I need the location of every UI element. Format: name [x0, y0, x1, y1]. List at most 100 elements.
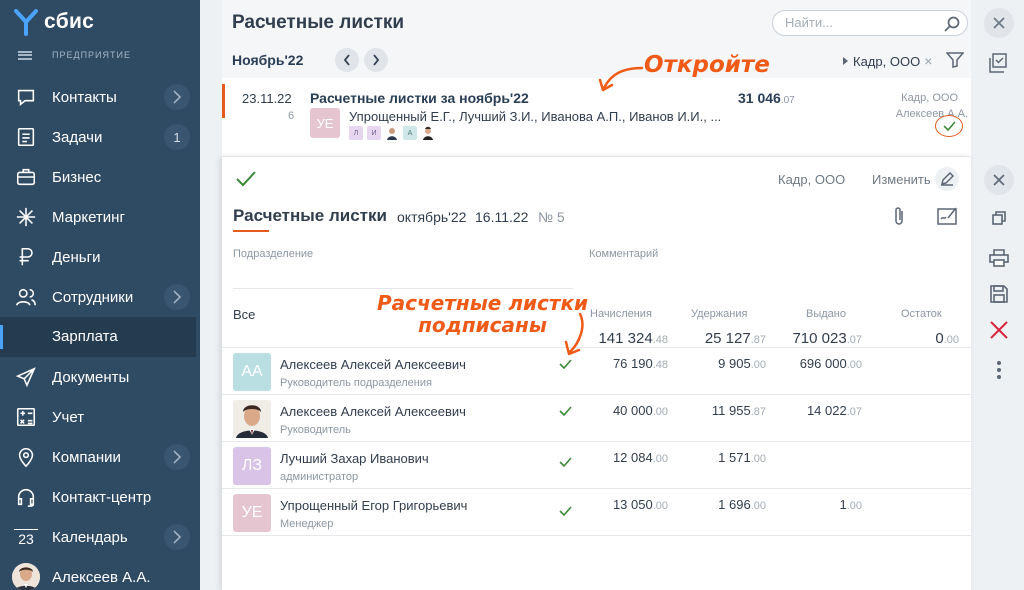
filter-remove-icon[interactable]: ×: [924, 53, 932, 69]
sidebar-item-tasks[interactable]: Задачи 1: [0, 117, 200, 157]
sidebar-subitem-salary[interactable]: Зарплата: [0, 317, 196, 357]
print-button[interactable]: [984, 243, 1014, 273]
sidebar-item-contacts[interactable]: Контакты: [0, 77, 200, 117]
search-icon[interactable]: [943, 15, 961, 33]
avatar-photo: [233, 400, 271, 438]
employee-position: Руководитель подразделения: [280, 377, 432, 389]
more-vertical-icon: [997, 361, 1001, 379]
filter-icon[interactable]: [945, 52, 965, 68]
chevron-right-icon[interactable]: [164, 284, 190, 310]
save-button[interactable]: [984, 279, 1014, 309]
document-date: 23.11.22: [242, 91, 292, 106]
signed-check-icon: [559, 454, 572, 468]
mini-avatar-photo: [385, 126, 399, 140]
cell-decimal: .00: [652, 406, 668, 418]
pencil-icon[interactable]: [935, 167, 959, 191]
title-underline: [233, 230, 269, 232]
division-filter-underline: [233, 288, 573, 289]
annotation-arrow-icon: [564, 312, 584, 356]
sidebar-item-accounting[interactable]: Учет: [0, 397, 200, 437]
sidebar-item-label: Деньги: [52, 248, 101, 266]
cell-decimal: .48: [652, 359, 668, 371]
sign-document-icon[interactable]: [934, 204, 960, 228]
cell-value: 696 000: [799, 356, 847, 371]
edit-button[interactable]: Изменить: [872, 172, 931, 187]
total-decimal: .07: [846, 334, 862, 346]
sidebar-item-employees[interactable]: Сотрудники: [0, 277, 200, 317]
chevron-right-icon[interactable]: [164, 84, 190, 110]
annotation-open: Откройте: [644, 52, 770, 78]
division-filter-all[interactable]: Все: [233, 307, 255, 322]
search-box[interactable]: [772, 10, 968, 36]
close-card-button[interactable]: [984, 165, 1014, 195]
table-row[interactable]: АА Алексеев Алексей Алексеевич Руководит…: [222, 347, 971, 394]
table-row[interactable]: УЕ Упрощенный Егор Григорьевич Менеджер …: [222, 488, 971, 535]
card-number[interactable]: № 5: [538, 209, 565, 225]
document-number: 6: [288, 110, 295, 122]
select-items-icon[interactable]: [986, 52, 1008, 74]
next-period-button[interactable]: [364, 48, 388, 72]
column-header-comment[interactable]: Комментарий: [589, 248, 658, 260]
cell-decimal: .00: [652, 453, 668, 465]
signed-check-icon: [559, 403, 572, 417]
sidebar-item-business[interactable]: Бизнес: [0, 157, 200, 197]
user-profile[interactable]: Алексеев А.А.: [12, 563, 151, 590]
logo[interactable]: сбис: [14, 8, 94, 36]
column-header-paid: Выдано: [806, 308, 846, 320]
copy-button[interactable]: [984, 203, 1014, 233]
close-icon: [993, 17, 1005, 29]
tasks-icon: [14, 125, 38, 149]
document-title[interactable]: Расчетные листки за ноябрь'22: [310, 90, 529, 106]
cell-value: 1: [839, 497, 847, 512]
annotation-arrow-icon: [598, 66, 644, 92]
column-header-remain: Остаток: [901, 308, 942, 320]
column-header-division[interactable]: Подразделение: [233, 248, 313, 260]
company-switcher[interactable]: ПРЕДПРИЯТИЕ: [18, 50, 131, 60]
close-button[interactable]: [984, 8, 1014, 38]
annotation-signed: Расчетные листки подписаны: [377, 292, 588, 336]
table-bottom-border: [222, 535, 971, 536]
prev-period-button[interactable]: [335, 48, 359, 72]
filter-chip[interactable]: Кадр, ООО ×: [843, 53, 932, 69]
employee-position: Менеджер: [280, 518, 334, 530]
cell-withheld: 1 571.00: [680, 450, 766, 465]
company-label: ПРЕДПРИЯТИЕ: [52, 50, 131, 60]
total-decimal: .48: [652, 334, 668, 346]
cell-value: 13 050: [612, 497, 653, 512]
chevron-right-icon[interactable]: [164, 444, 190, 470]
page-title: Расчетные листки: [232, 12, 405, 33]
table-row[interactable]: Алексеев Алексей Алексеевич Руководитель…: [222, 394, 971, 441]
total-value: 141 324: [598, 330, 653, 347]
sidebar-item-contact-center[interactable]: Контакт-центр: [0, 477, 200, 517]
sidebar-item-calendar[interactable]: 23 Календарь: [0, 517, 200, 557]
period-selector[interactable]: Ноябрь'22: [232, 52, 303, 68]
total-value: 25 127: [704, 330, 751, 347]
sidebar-item-documents[interactable]: Документы: [0, 357, 200, 397]
cell-value: 9 905: [718, 356, 751, 371]
card-date[interactable]: 16.11.22: [475, 209, 528, 225]
column-header-withheld: Удержания: [691, 308, 748, 320]
sidebar-item-money[interactable]: Деньги: [0, 237, 200, 277]
more-button[interactable]: [984, 355, 1014, 385]
menu-icon[interactable]: [18, 50, 32, 60]
sidebar-item-companies[interactable]: Компании: [0, 437, 200, 477]
cell-value: 76 190: [612, 356, 653, 371]
sum-decimal: .07: [780, 95, 795, 106]
employee-name: Упрощенный Егор Григорьевич: [280, 498, 468, 513]
employee-position: Руководитель: [280, 424, 351, 436]
caret-right-icon: [843, 57, 848, 65]
filter-chip-label: Кадр, ООО: [853, 53, 921, 69]
mini-avatar: Л: [349, 126, 363, 140]
delete-button[interactable]: [984, 315, 1014, 345]
paperclip-icon[interactable]: [890, 205, 908, 227]
table-row[interactable]: ЛЗ Лучший Захар Иванович администратор 1…: [222, 441, 971, 488]
search-input[interactable]: [785, 15, 935, 30]
cell-value: 40 000: [612, 403, 653, 418]
card-organization[interactable]: Кадр, ООО: [778, 172, 845, 187]
document-organization: Кадр, ООО: [901, 92, 958, 104]
sidebar-item-marketing[interactable]: Маркетинг: [0, 197, 200, 237]
total-value: 710 023: [792, 330, 847, 347]
calendar-icon: 23: [14, 529, 38, 547]
chevron-right-icon[interactable]: [164, 524, 190, 550]
card-period[interactable]: октябрь'22: [397, 209, 466, 225]
